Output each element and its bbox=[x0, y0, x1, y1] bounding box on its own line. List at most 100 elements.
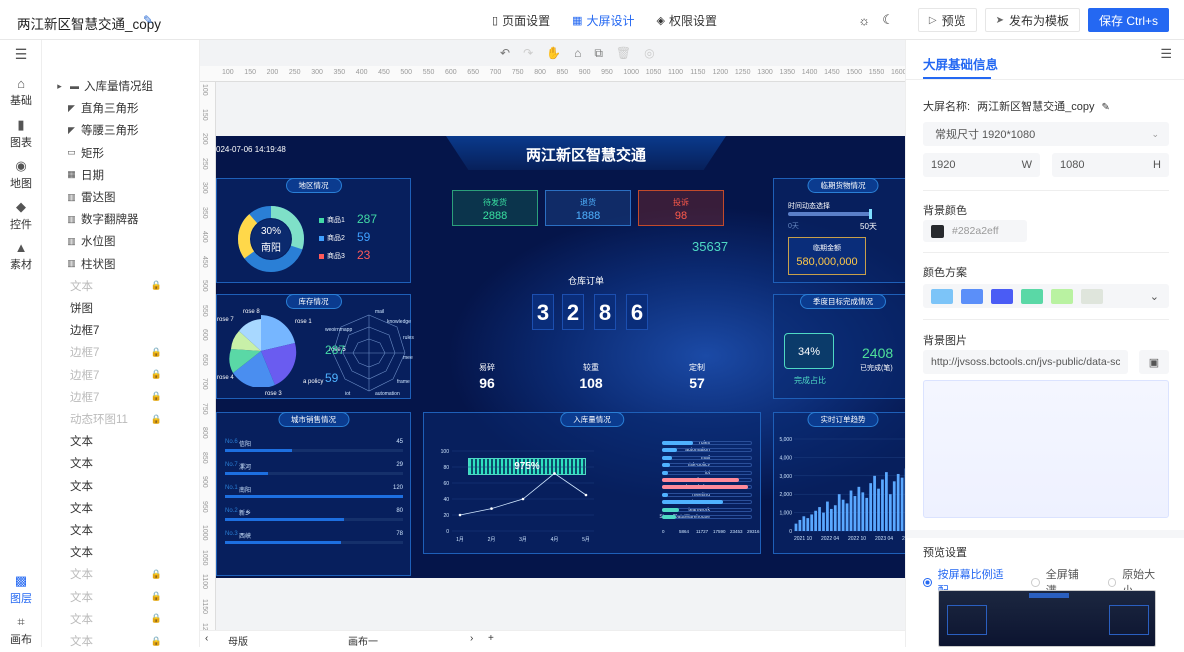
rail-layers[interactable]: ▩图层 bbox=[0, 573, 42, 606]
ruler-tick: 1200 bbox=[713, 69, 729, 76]
size-select[interactable]: 常规尺寸 1920*1080 ⌄ bbox=[923, 122, 1169, 146]
layer-item[interactable]: ▦日期 bbox=[42, 164, 200, 186]
eye-icon[interactable]: ◎ bbox=[644, 46, 654, 61]
rail-map[interactable]: ◉地图 bbox=[0, 158, 42, 191]
layer-item[interactable]: 文本 bbox=[42, 541, 200, 563]
bg-image-input[interactable]: http://jvsoss.bctools.cn/jvs-public/data… bbox=[923, 350, 1128, 374]
rail-chart[interactable]: ▮图表 bbox=[0, 117, 42, 150]
layer-label: 边框7 bbox=[70, 344, 99, 360]
undo-icon[interactable]: ↶ bbox=[500, 46, 510, 61]
layer-item[interactable]: ▥水位图 bbox=[42, 230, 200, 252]
layer-item[interactable]: ▥柱状图 bbox=[42, 253, 200, 275]
group-icon[interactable]: ⧉ bbox=[594, 46, 603, 61]
layer-label: 日期 bbox=[81, 167, 104, 183]
edit-title-icon[interactable]: ✎ bbox=[143, 13, 153, 27]
tab-screen-design[interactable]: ▦大屏设计 bbox=[572, 0, 634, 40]
ruler-tick: 100 bbox=[201, 84, 208, 96]
add-canvas-icon[interactable]: + bbox=[488, 633, 494, 644]
lock-icon[interactable]: 🔒 bbox=[151, 414, 162, 425]
layer-item[interactable]: 饼图 bbox=[42, 297, 200, 319]
tab-permission-settings[interactable]: ◈权限设置 bbox=[657, 0, 717, 40]
layer-item[interactable]: 文本 bbox=[42, 430, 200, 452]
lock-icon[interactable]: 🔒 bbox=[151, 591, 162, 602]
bg-image-preview[interactable] bbox=[923, 380, 1169, 518]
lock-icon[interactable]: 🔒 bbox=[151, 347, 162, 358]
layer-item[interactable]: 动态环图11🔒 bbox=[42, 408, 200, 430]
tabs-right-icon[interactable]: › bbox=[470, 633, 473, 644]
edit-name-icon[interactable]: ✎ bbox=[1102, 102, 1110, 113]
layer-item[interactable]: ▭矩形 bbox=[42, 142, 200, 164]
lock-icon[interactable]: 🔒 bbox=[151, 280, 162, 291]
slider-handle[interactable] bbox=[869, 209, 872, 219]
color-scheme-select[interactable]: ⌄ bbox=[923, 284, 1169, 308]
rail-material[interactable]: ▲素材 bbox=[0, 240, 42, 272]
collapse-menu-icon[interactable]: ☰ bbox=[0, 46, 42, 64]
layer-item[interactable]: ◤等腰三角形 bbox=[42, 119, 200, 141]
preview-button[interactable]: ▷预览 bbox=[918, 8, 977, 32]
tab-mother[interactable]: 母版 bbox=[228, 633, 248, 648]
realtime-bar bbox=[830, 509, 833, 531]
publish-template-button[interactable]: ➤发布为模板 bbox=[985, 8, 1080, 32]
sun-icon[interactable]: ☼ bbox=[858, 13, 870, 28]
layer-label: 水位图 bbox=[81, 233, 116, 249]
collapse-panel-icon[interactable]: ☰ bbox=[1160, 46, 1172, 62]
moon-icon[interactable]: ☾ bbox=[882, 12, 894, 28]
layer-item[interactable]: 文本🔒 bbox=[42, 608, 200, 630]
theme-toggle: ☼ ☾ bbox=[852, 12, 900, 28]
layer-item[interactable]: 文本 bbox=[42, 497, 200, 519]
lock-icon[interactable]: 🔒 bbox=[151, 636, 162, 647]
lock-icon[interactable]: 🔒 bbox=[151, 369, 162, 380]
layer-item[interactable]: 文本 bbox=[42, 475, 200, 497]
hbar-track bbox=[662, 471, 752, 475]
image-picker-icon[interactable]: ▣ bbox=[1139, 350, 1169, 374]
rail-basic[interactable]: ⌂基础 bbox=[0, 76, 42, 108]
x-tick-label: 2021 10 bbox=[794, 536, 812, 542]
hbar bbox=[662, 508, 679, 512]
layer-label: 边框7 bbox=[70, 389, 99, 405]
layer-item[interactable]: 文本🔒 bbox=[42, 586, 200, 608]
layer-item[interactable]: 文本🔒 bbox=[42, 563, 200, 585]
city-row: No.3西峡78 bbox=[225, 531, 403, 551]
layer-item[interactable]: 文本 bbox=[42, 519, 200, 541]
tabs-left-icon[interactable]: ‹ bbox=[205, 633, 208, 644]
lock-icon[interactable]: 🔒 bbox=[151, 391, 162, 402]
clear-icon[interactable]: ⌂ bbox=[574, 46, 581, 61]
dashboard-canvas[interactable]: 两江新区智慧交通 024-07-06 14:19:48 地区情况 30% 南阳 … bbox=[216, 136, 905, 578]
save-button[interactable]: 保存 Ctrl+s bbox=[1088, 8, 1169, 32]
layer-item[interactable]: 边框7 bbox=[42, 319, 200, 341]
rail-canvas[interactable]: ⌗画布 bbox=[0, 614, 42, 647]
lock-icon[interactable]: 🔒 bbox=[151, 613, 162, 624]
tab-page-settings[interactable]: ▯页面设置 bbox=[492, 0, 550, 40]
expand-icon[interactable]: ▸ bbox=[54, 81, 65, 92]
ruler-tick: 750 bbox=[512, 69, 524, 76]
layer-item[interactable]: 边框7 🔒 bbox=[42, 364, 200, 386]
y-tick-label: 80 bbox=[443, 465, 449, 471]
panel-title: 入库量情况 bbox=[560, 412, 624, 427]
flip-digit: 2 bbox=[562, 294, 584, 330]
layer-item[interactable]: 边框7 🔒 bbox=[42, 386, 200, 408]
hbar bbox=[662, 463, 670, 467]
layer-item[interactable]: ▸▬入库量情况组 bbox=[42, 75, 200, 97]
time-slider[interactable] bbox=[788, 212, 872, 216]
tab-canvas-1[interactable]: 画布一 bbox=[348, 633, 378, 648]
width-input[interactable]: 1920 W bbox=[923, 153, 1040, 177]
size-select-value: 常规尺寸 1920*1080 bbox=[935, 126, 1035, 142]
layer-item[interactable]: ◤直角三角形 bbox=[42, 97, 200, 119]
delete-icon[interactable]: 🗑 bbox=[616, 46, 631, 61]
flip-digit: 6 bbox=[626, 294, 648, 330]
hand-icon[interactable]: ✋ bbox=[546, 46, 561, 61]
layer-item[interactable]: 文本🔒 bbox=[42, 275, 200, 297]
layer-item[interactable]: 边框7 🔒 bbox=[42, 341, 200, 363]
layer-item[interactable]: ▥数字翻牌器 bbox=[42, 208, 200, 230]
layer-item[interactable]: 文本 bbox=[42, 452, 200, 474]
bg-color-input[interactable]: #282a2eff bbox=[923, 220, 1027, 242]
layer-label: 边框7 bbox=[70, 367, 99, 383]
height-input[interactable]: 1080 H bbox=[1052, 153, 1169, 177]
kpi-pending: 待发货2888 bbox=[452, 190, 538, 226]
lock-icon[interactable]: 🔒 bbox=[151, 569, 162, 580]
redo-icon[interactable]: ↷ bbox=[523, 46, 533, 61]
ruler-tick: 200 bbox=[201, 133, 208, 145]
rail-widget[interactable]: ◆控件 bbox=[0, 199, 42, 232]
layer-item[interactable]: 文本🔒 bbox=[42, 630, 200, 652]
layer-item[interactable]: ▥雷达图 bbox=[42, 186, 200, 208]
